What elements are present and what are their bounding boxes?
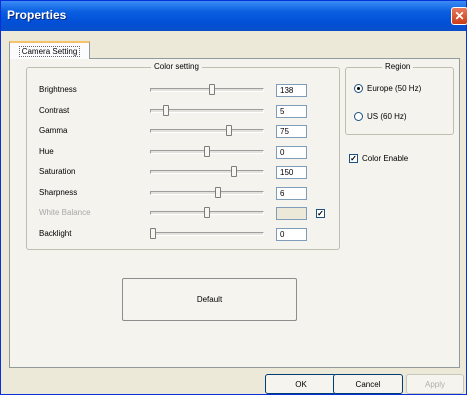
window-title: Properties <box>7 8 67 22</box>
brightness-label: Brightness <box>39 85 77 94</box>
tab-panel: Color setting Region Europe (50 Hz) US (… <box>9 58 460 368</box>
backlight-slider-thumb[interactable] <box>150 227 156 239</box>
contrast-value-field[interactable]: 5 <box>276 104 307 118</box>
region-europe-radio[interactable] <box>354 84 363 93</box>
hue-slider-thumb[interactable] <box>204 145 210 157</box>
cancel-button[interactable]: Cancel <box>333 374 403 394</box>
default-button-label: Default <box>196 295 223 304</box>
white-balance-label: White Balance <box>39 208 91 217</box>
region-group-title: Region <box>382 62 414 71</box>
color-enable-checkbox[interactable]: ✓ <box>349 154 358 163</box>
sharpness-slider-track[interactable] <box>150 190 264 195</box>
color-setting-group-title: Color setting <box>151 62 202 71</box>
saturation-slider-track[interactable] <box>150 170 264 174</box>
backlight-label: Backlight <box>39 228 72 238</box>
close-icon: ✕ <box>454 9 465 23</box>
color-enable-label[interactable]: Color Enable <box>362 154 408 163</box>
backlight-value-field[interactable]: 0 <box>276 227 307 241</box>
region-group: Region Europe (50 Hz) US (60 Hz) <box>345 62 454 135</box>
brightness-slider-thumb[interactable] <box>209 84 215 95</box>
brightness-value-field[interactable]: 138 <box>276 84 307 97</box>
ok-button[interactable]: OK <box>265 374 337 394</box>
white-balance-auto-checkbox[interactable]: ✓ <box>316 209 325 218</box>
default-button[interactable]: Default <box>122 278 297 321</box>
tab-camera-setting-label: Camera Setting <box>18 45 81 57</box>
cancel-button-label: Cancel <box>355 379 381 389</box>
apply-button-label: Apply <box>424 379 445 389</box>
check-icon: ✓ <box>317 209 324 218</box>
contrast-slider-thumb[interactable] <box>163 104 169 116</box>
region-europe-label[interactable]: Europe (50 Hz) <box>367 84 421 93</box>
title-bar[interactable]: Properties ✕ <box>1 1 467 31</box>
hue-value-field[interactable]: 0 <box>276 145 307 159</box>
white-balance-slider-thumb <box>204 207 210 218</box>
gamma-value-field[interactable]: 75 <box>276 125 307 138</box>
sharpness-slider-thumb[interactable] <box>215 186 221 198</box>
sharpness-value-field[interactable]: 6 <box>276 186 307 200</box>
check-icon: ✓ <box>350 154 357 163</box>
region-us-label[interactable]: US (60 Hz) <box>367 112 407 121</box>
saturation-label: Saturation <box>39 167 76 176</box>
hue-label: Hue <box>39 146 54 156</box>
backlight-slider-track[interactable] <box>150 231 264 236</box>
tab-camera-setting[interactable]: Camera Setting <box>9 41 90 59</box>
contrast-label: Contrast <box>39 105 70 115</box>
apply-button[interactable]: Apply <box>406 374 464 394</box>
brightness-slider-track[interactable] <box>150 88 264 92</box>
white-balance-value-field <box>276 207 307 220</box>
gamma-label: Gamma <box>39 126 68 135</box>
saturation-slider-thumb[interactable] <box>231 166 237 177</box>
close-button[interactable]: ✕ <box>451 7 467 25</box>
region-us-radio[interactable] <box>354 112 363 121</box>
gamma-slider-track[interactable] <box>150 129 264 133</box>
saturation-value-field[interactable]: 150 <box>276 166 307 179</box>
ok-button-label: OK <box>295 379 307 389</box>
sharpness-label: Sharpness <box>39 187 78 197</box>
gamma-slider-thumb[interactable] <box>226 125 232 136</box>
properties-window: Properties ✕ Camera Setting Color settin… <box>0 0 467 395</box>
